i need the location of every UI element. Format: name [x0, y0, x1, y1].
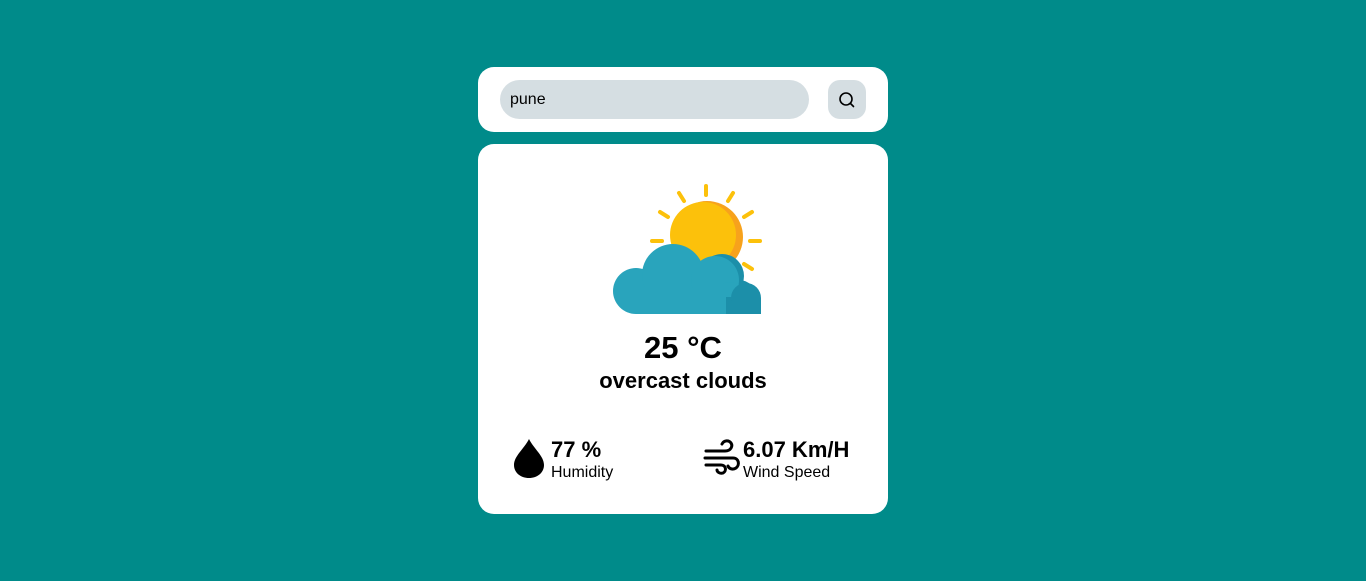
temperature: 25 °C — [644, 330, 722, 365]
humidity-label: Humidity — [551, 464, 614, 481]
weather-card: 25 °C overcast clouds 77 % Humidity 6.07… — [478, 144, 888, 514]
partly-cloudy-sun-icon — [613, 184, 762, 314]
humidity-value: 77 % — [551, 437, 602, 462]
search-icon — [839, 91, 855, 107]
water-drop-icon — [514, 439, 544, 478]
wind-label: Wind Speed — [743, 464, 831, 481]
weather-condition: overcast clouds — [599, 368, 767, 393]
wind-icon — [703, 439, 740, 475]
humidity-stat: 77 % Humidity — [512, 438, 652, 486]
search-bar — [478, 67, 888, 132]
wind-stat: 6.07 Km/H Wind Speed — [703, 438, 883, 486]
search-button[interactable] — [828, 80, 866, 119]
search-input[interactable] — [500, 80, 809, 119]
wind-value: 6.07 Km/H — [743, 437, 850, 462]
